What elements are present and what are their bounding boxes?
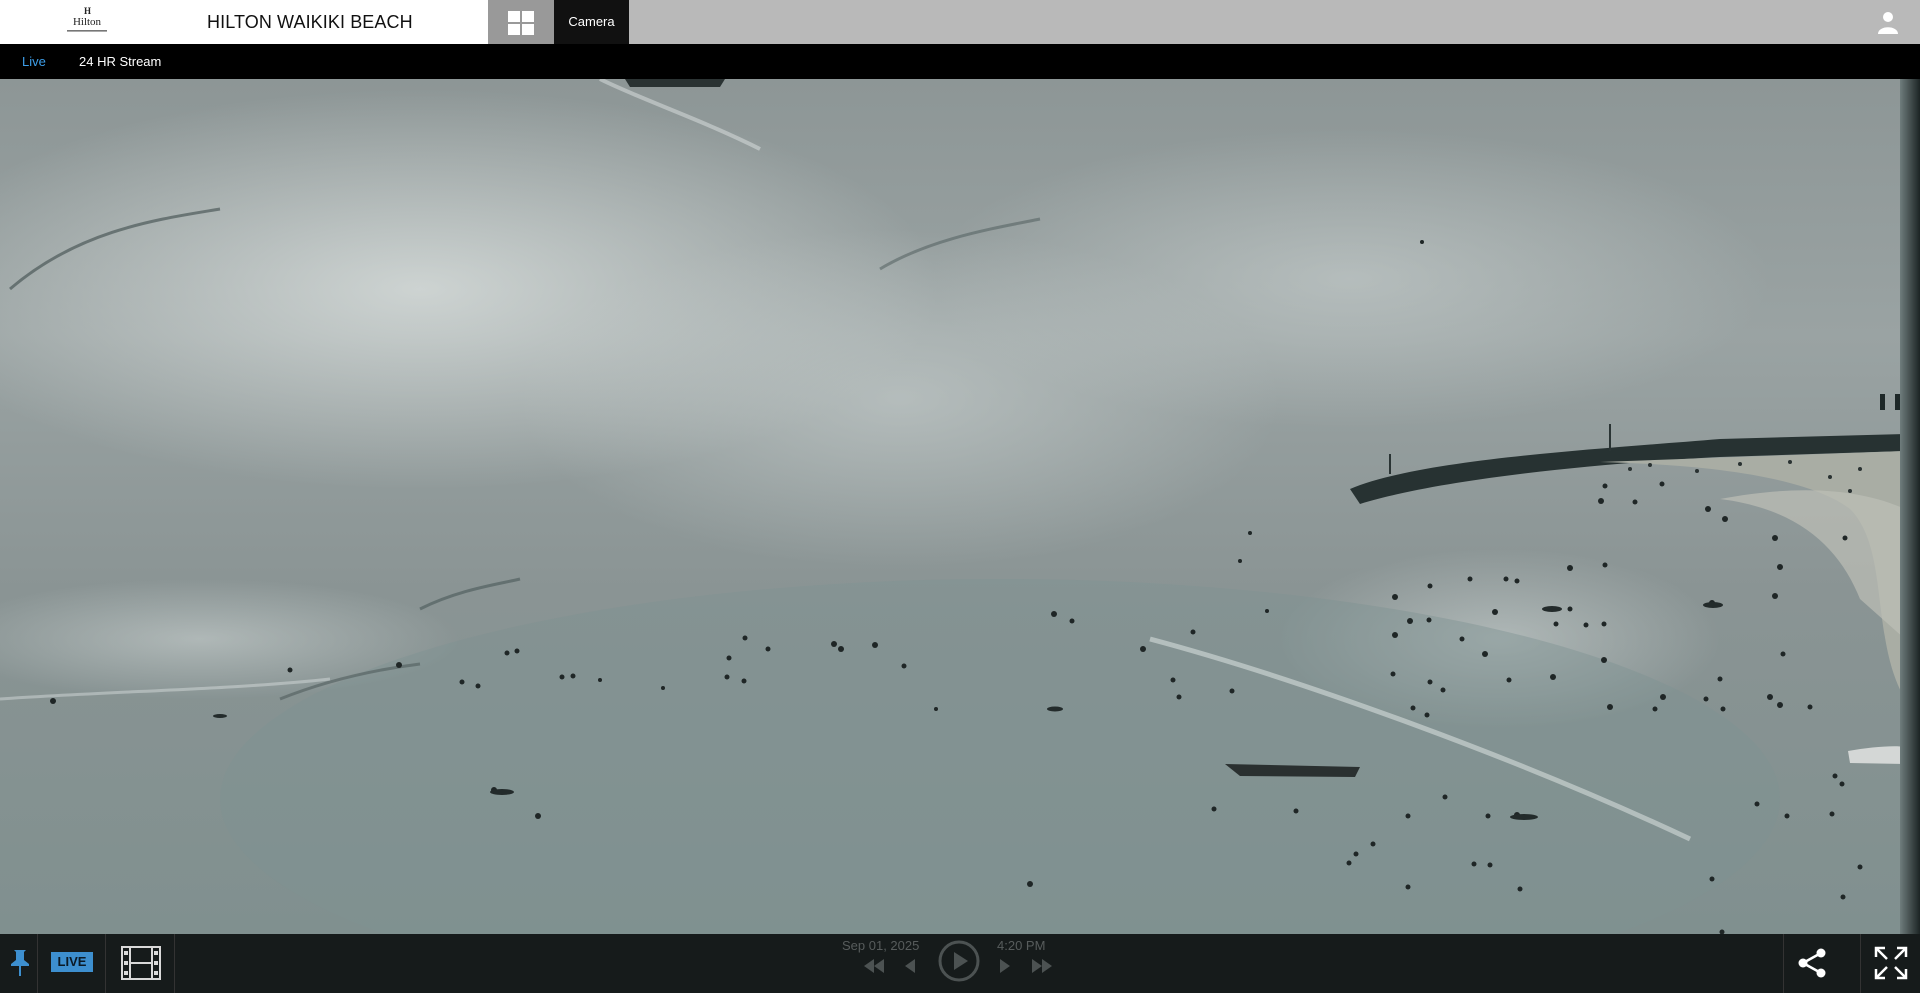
subnav-live[interactable]: Live	[22, 54, 46, 69]
hilton-logo[interactable]: H Hilton	[64, 6, 110, 38]
live-badge: LIVE	[51, 952, 93, 972]
clips-button[interactable]	[106, 934, 175, 993]
share-button[interactable]	[1783, 934, 1840, 993]
brand-area: H Hilton HILTON WAIKIKI BEACH	[0, 0, 488, 44]
player-controls: LIVE Sep 01, 2025 4:20 PM	[0, 934, 1920, 993]
step-forward-icon[interactable]	[999, 958, 1011, 974]
fullscreen-button[interactable]	[1860, 934, 1920, 993]
grid-square	[508, 11, 520, 22]
subnav-24hr-stream[interactable]: 24 HR Stream	[79, 54, 161, 69]
tab-camera[interactable]: Camera	[554, 0, 629, 44]
top-header: H Hilton HILTON WAIKIKI BEACH Camera	[0, 0, 1920, 44]
skip-back-icon[interactable]	[863, 958, 885, 974]
live-button[interactable]: LIVE	[38, 934, 106, 993]
user-icon	[1878, 12, 1898, 34]
live-camera-feed[interactable]	[0, 79, 1920, 934]
page-title: HILTON WAIKIKI BEACH	[207, 12, 413, 32]
share-icon	[1798, 948, 1826, 978]
pin-icon	[11, 950, 29, 976]
grid-square	[508, 24, 520, 35]
skip-forward-icon[interactable]	[1031, 958, 1053, 974]
play-icon[interactable]	[938, 940, 980, 982]
stream-time: 4:20 PM	[997, 938, 1046, 953]
grid-view-button[interactable]	[488, 0, 554, 44]
film-icon	[121, 946, 161, 980]
step-back-icon[interactable]	[904, 958, 916, 974]
beach-scene	[0, 79, 1905, 934]
user-account-button[interactable]	[1876, 10, 1900, 34]
camera-frame-edge	[1900, 79, 1920, 934]
logo-tagline-rule	[67, 30, 107, 32]
sub-navigation: Live 24 HR Stream	[0, 44, 1920, 79]
fullscreen-icon	[1874, 946, 1908, 980]
grid-square	[522, 11, 534, 22]
stream-date: Sep 01, 2025	[842, 938, 920, 953]
pin-button[interactable]	[0, 934, 38, 993]
logo-mark: H	[83, 6, 91, 16]
logo-word: Hilton	[72, 16, 102, 28]
grid-square	[522, 24, 534, 35]
